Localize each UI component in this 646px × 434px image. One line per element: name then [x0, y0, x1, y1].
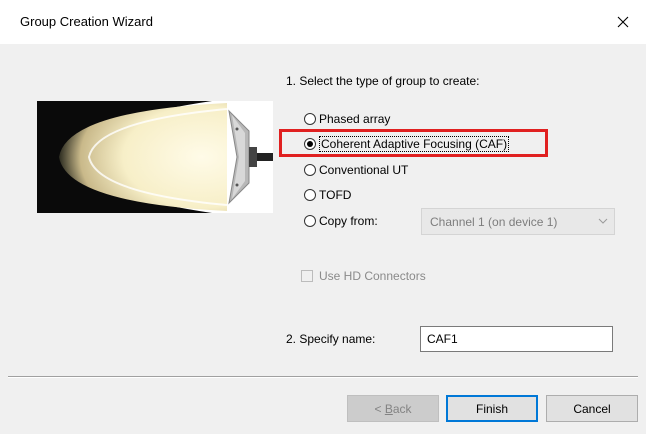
footer-separator [8, 376, 638, 378]
radio-copy-from[interactable]: Copy from: [304, 212, 378, 230]
radio-button-icon [304, 113, 316, 125]
back-button-label: < Back [374, 401, 412, 416]
finish-button-label: Finish [475, 401, 508, 416]
radio-conventional-ut[interactable]: Conventional UT [304, 161, 408, 179]
radio-button-icon [304, 215, 316, 227]
cancel-button[interactable]: Cancel [546, 395, 638, 422]
radio-button-icon [304, 164, 316, 176]
window-title: Group Creation Wizard [20, 14, 153, 29]
radio-label: Copy from: [319, 214, 378, 228]
radio-label: Conventional UT [319, 163, 409, 177]
radio-tofd[interactable]: TOFD [304, 186, 351, 204]
radio-label: Phased array [319, 112, 391, 126]
use-hd-connectors-checkbox[interactable]: Use HD Connectors [301, 269, 426, 283]
close-button[interactable] [600, 0, 646, 44]
checkbox-icon [301, 270, 313, 282]
title-bar: Group Creation Wizard [0, 0, 646, 44]
back-button[interactable]: < Back [347, 395, 439, 422]
probe-illustration [37, 101, 273, 213]
checkbox-label: Use HD Connectors [319, 269, 426, 283]
step1-label: 1. Select the type of group to create: [286, 74, 480, 88]
cancel-button-label: Cancel [573, 401, 611, 416]
chevron-down-icon [598, 218, 608, 224]
copy-from-dropdown[interactable]: Channel 1 (on device 1) [421, 208, 615, 235]
annotation-highlight-box [279, 129, 548, 157]
group-name-input[interactable] [420, 326, 613, 352]
caf-beam-image [37, 101, 273, 213]
step2-label: 2. Specify name: [286, 332, 376, 346]
radio-button-icon [304, 189, 316, 201]
dropdown-value: Channel 1 (on device 1) [430, 215, 558, 229]
finish-button[interactable]: Finish [446, 395, 538, 422]
radio-phased-array[interactable]: Phased array [304, 110, 390, 128]
close-icon [617, 16, 629, 28]
radio-label: TOFD [319, 188, 352, 202]
